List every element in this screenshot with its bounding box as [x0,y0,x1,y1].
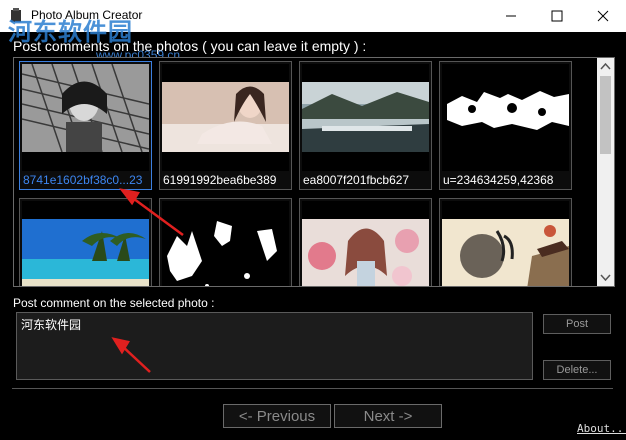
annotation-arrows [111,188,184,373]
red-arrow-icon [111,188,184,373]
